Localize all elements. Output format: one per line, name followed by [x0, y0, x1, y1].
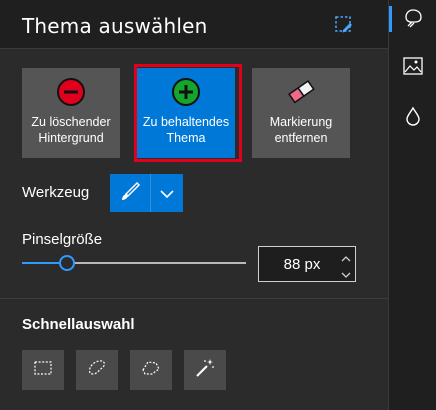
slider-thumb[interactable]: [58, 255, 75, 271]
tool-selector: [110, 174, 183, 212]
background-image-icon: [402, 56, 424, 80]
brush-size-field[interactable]: 88 px: [258, 246, 356, 282]
brush-size-label: Pinselgröße: [22, 231, 103, 248]
remove-marking-button[interactable]: Markierung entfernen: [252, 68, 350, 158]
tool-label: Werkzeug: [22, 184, 90, 201]
magic-wand-button[interactable]: [184, 350, 226, 390]
page-title: Thema auswählen: [22, 14, 208, 38]
select-edit-icon[interactable]: [334, 15, 354, 35]
brush-tool-button[interactable]: [110, 174, 150, 212]
remove-background-label: Zu löschender Hintergrund: [31, 115, 111, 145]
brush-size-value[interactable]: 88 px: [259, 256, 345, 273]
eraser-icon: [286, 77, 316, 107]
rectangle-select-icon: [33, 359, 53, 381]
polygon-select-button[interactable]: [130, 350, 172, 390]
keep-subject-label: Zu behaltendes Thema: [142, 115, 230, 145]
remove-circle-icon: [56, 77, 86, 107]
rail-background-button[interactable]: [389, 48, 436, 88]
remove-background-button[interactable]: Zu löschender Hintergrund: [22, 68, 120, 158]
keep-subject-button[interactable]: Zu behaltendes Thema: [137, 68, 235, 158]
rail-effects-button[interactable]: [389, 0, 436, 40]
section-divider: [0, 298, 388, 299]
effects-menu-icon: [402, 7, 424, 33]
freeform-lasso-icon: [86, 358, 108, 382]
brush-size-slider[interactable]: [22, 255, 246, 271]
increment-arrow-icon[interactable]: [340, 250, 352, 262]
freeform-select-button[interactable]: [76, 350, 118, 390]
rail-color-button[interactable]: [389, 98, 436, 138]
polygon-lasso-icon: [140, 358, 162, 382]
select-subject-panel: Thema auswählen Zu löschender Hintergrun…: [0, 0, 388, 410]
quick-select-title: Schnellauswahl: [22, 316, 135, 333]
add-circle-icon: [171, 77, 201, 107]
color-drop-icon: [405, 105, 421, 131]
tool-dropdown-button[interactable]: [150, 174, 183, 212]
rail-active-indicator: [389, 6, 392, 32]
brush-icon: [119, 180, 141, 206]
remove-marking-label: Markierung entfernen: [269, 115, 333, 145]
rectangle-select-button[interactable]: [22, 350, 64, 390]
chevron-down-icon: [160, 184, 174, 203]
panel-header: Thema auswählen: [0, 0, 388, 49]
decrement-arrow-icon[interactable]: [340, 266, 352, 278]
magic-wand-icon: [194, 357, 216, 383]
right-tool-rail: [388, 0, 436, 410]
